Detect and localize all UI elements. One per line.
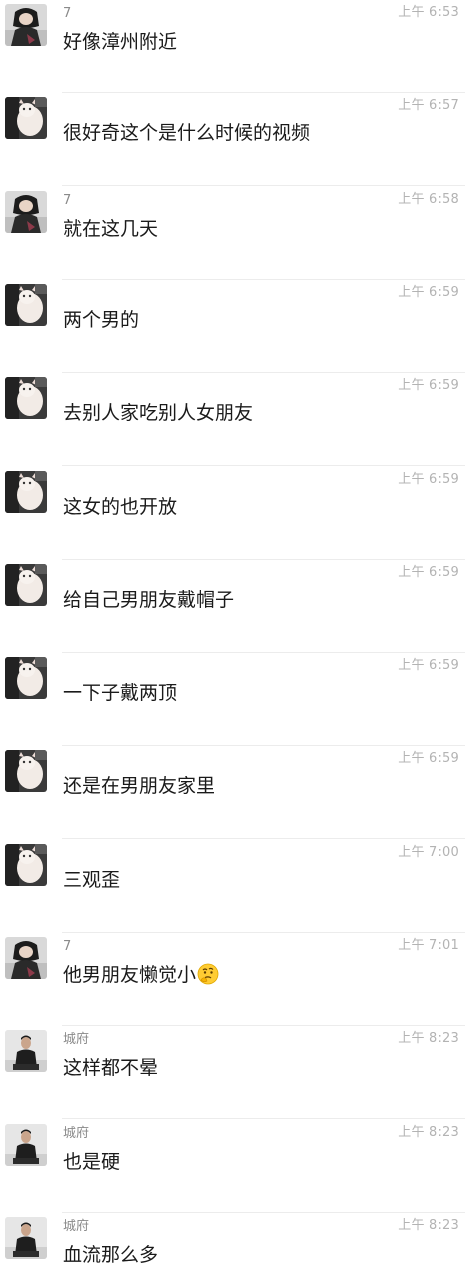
message-text: 好像漳州附近 bbox=[63, 31, 178, 53]
divider bbox=[62, 465, 465, 466]
message-text: 一下子戴两顶 bbox=[63, 682, 178, 704]
avatar[interactable] bbox=[5, 1217, 47, 1259]
message-item[interactable]: 上午 6:59 这女的也开放 bbox=[0, 467, 465, 560]
message-text-line: 还是在男朋友家里 bbox=[63, 773, 215, 799]
message-list: 7 上午 6:53 好像漳州附近上午 6:57 很好奇这个是什么时候的视频 7 上午 6:… bbox=[0, 0, 465, 1280]
avatar[interactable] bbox=[5, 377, 47, 419]
message-text: 三观歪 bbox=[63, 869, 121, 891]
avatar[interactable] bbox=[5, 97, 47, 139]
message-item[interactable]: 城府 上午 8:23 也是硬 bbox=[0, 1120, 465, 1213]
message-item[interactable]: 7 上午 7:01 他男朋友懒觉小 bbox=[0, 933, 465, 1026]
message-text: 还是在男朋友家里 bbox=[63, 775, 216, 797]
message-time: 上午 8:23 bbox=[398, 1125, 459, 1140]
message-text-line: 这样都不晕 bbox=[63, 1055, 158, 1081]
divider bbox=[62, 838, 465, 839]
message-time: 上午 6:59 bbox=[398, 751, 459, 766]
message-text-line: 他男朋友懒觉小 bbox=[63, 962, 219, 988]
message-text: 血流那么多 bbox=[63, 1244, 159, 1266]
message-item[interactable]: 7 上午 6:53 好像漳州附近 bbox=[0, 0, 465, 93]
message-text: 很好奇这个是什么时候的视频 bbox=[63, 122, 311, 144]
message-text-line: 一下子戴两顶 bbox=[63, 680, 177, 706]
message-time: 上午 6:59 bbox=[398, 658, 459, 673]
message-time: 上午 6:57 bbox=[398, 98, 459, 113]
message-time: 上午 8:23 bbox=[398, 1031, 459, 1046]
message-item[interactable]: 上午 6:59 两个男的 bbox=[0, 280, 465, 373]
divider bbox=[62, 185, 465, 186]
avatar[interactable] bbox=[5, 564, 47, 606]
message-text-line: 也是硬 bbox=[63, 1149, 120, 1175]
avatar[interactable] bbox=[5, 284, 47, 326]
message-text: 也是硬 bbox=[63, 1151, 121, 1173]
message-item[interactable]: 上午 7:00 三观歪 bbox=[0, 840, 465, 933]
message-item[interactable]: 上午 6:59 去别人家吃别人女朋友 bbox=[0, 373, 465, 466]
avatar[interactable] bbox=[5, 1124, 47, 1166]
thinking-face-icon bbox=[197, 963, 219, 985]
message-time: 上午 6:53 bbox=[398, 5, 459, 20]
message-text: 他男朋友懒觉小 bbox=[63, 964, 197, 986]
divider bbox=[62, 1118, 465, 1119]
message-time: 上午 6:59 bbox=[398, 285, 459, 300]
message-time: 上午 6:59 bbox=[398, 472, 459, 487]
message-time: 上午 7:00 bbox=[398, 845, 459, 860]
message-text: 这样都不晕 bbox=[63, 1057, 159, 1079]
avatar[interactable] bbox=[5, 844, 47, 886]
message-text: 这女的也开放 bbox=[63, 496, 178, 518]
message-item[interactable]: 7 上午 6:58 就在这几天 bbox=[0, 187, 465, 280]
sender-name: 7 bbox=[63, 6, 72, 21]
message-item[interactable]: 城府 上午 8:23 血流那么多 bbox=[0, 1213, 465, 1280]
message-item[interactable]: 上午 6:59 一下子戴两顶 bbox=[0, 653, 465, 746]
message-text: 给自己男朋友戴帽子 bbox=[63, 589, 235, 611]
sender-name: 7 bbox=[63, 939, 72, 954]
message-item[interactable]: 上午 6:57 很好奇这个是什么时候的视频 bbox=[0, 93, 465, 186]
avatar[interactable] bbox=[5, 471, 47, 513]
sender-name: 7 bbox=[63, 193, 72, 208]
message-text-line: 就在这几天 bbox=[63, 216, 158, 242]
message-time: 上午 6:59 bbox=[398, 565, 459, 580]
message-time: 上午 7:01 bbox=[398, 938, 459, 953]
message-text: 两个男的 bbox=[63, 309, 140, 331]
message-text-line: 三观歪 bbox=[63, 867, 120, 893]
message-text-line: 这女的也开放 bbox=[63, 494, 177, 520]
avatar[interactable] bbox=[5, 191, 47, 233]
avatar[interactable] bbox=[5, 1030, 47, 1072]
avatar[interactable] bbox=[5, 657, 47, 699]
message-text: 去别人家吃别人女朋友 bbox=[63, 402, 254, 424]
avatar[interactable] bbox=[5, 937, 47, 979]
sender-name: 城府 bbox=[63, 1126, 90, 1141]
message-time: 上午 6:58 bbox=[398, 192, 459, 207]
message-text-line: 两个男的 bbox=[63, 307, 139, 333]
message-time: 上午 6:59 bbox=[398, 378, 459, 393]
sender-name: 城府 bbox=[63, 1032, 90, 1047]
message-text: 就在这几天 bbox=[63, 218, 159, 240]
message-item[interactable]: 上午 6:59 给自己男朋友戴帽子 bbox=[0, 560, 465, 653]
message-time: 上午 8:23 bbox=[398, 1218, 459, 1233]
message-text-line: 去别人家吃别人女朋友 bbox=[63, 400, 253, 426]
message-item[interactable]: 上午 6:59 还是在男朋友家里 bbox=[0, 746, 465, 839]
avatar[interactable] bbox=[5, 750, 47, 792]
message-text-line: 给自己男朋友戴帽子 bbox=[63, 587, 234, 613]
message-text-line: 很好奇这个是什么时候的视频 bbox=[63, 120, 310, 146]
message-item[interactable]: 城府 上午 8:23 这样都不晕 bbox=[0, 1026, 465, 1119]
sender-name: 城府 bbox=[63, 1219, 90, 1234]
message-text-line: 好像漳州附近 bbox=[63, 29, 177, 55]
message-text-line: 血流那么多 bbox=[63, 1242, 158, 1268]
avatar[interactable] bbox=[5, 4, 47, 46]
